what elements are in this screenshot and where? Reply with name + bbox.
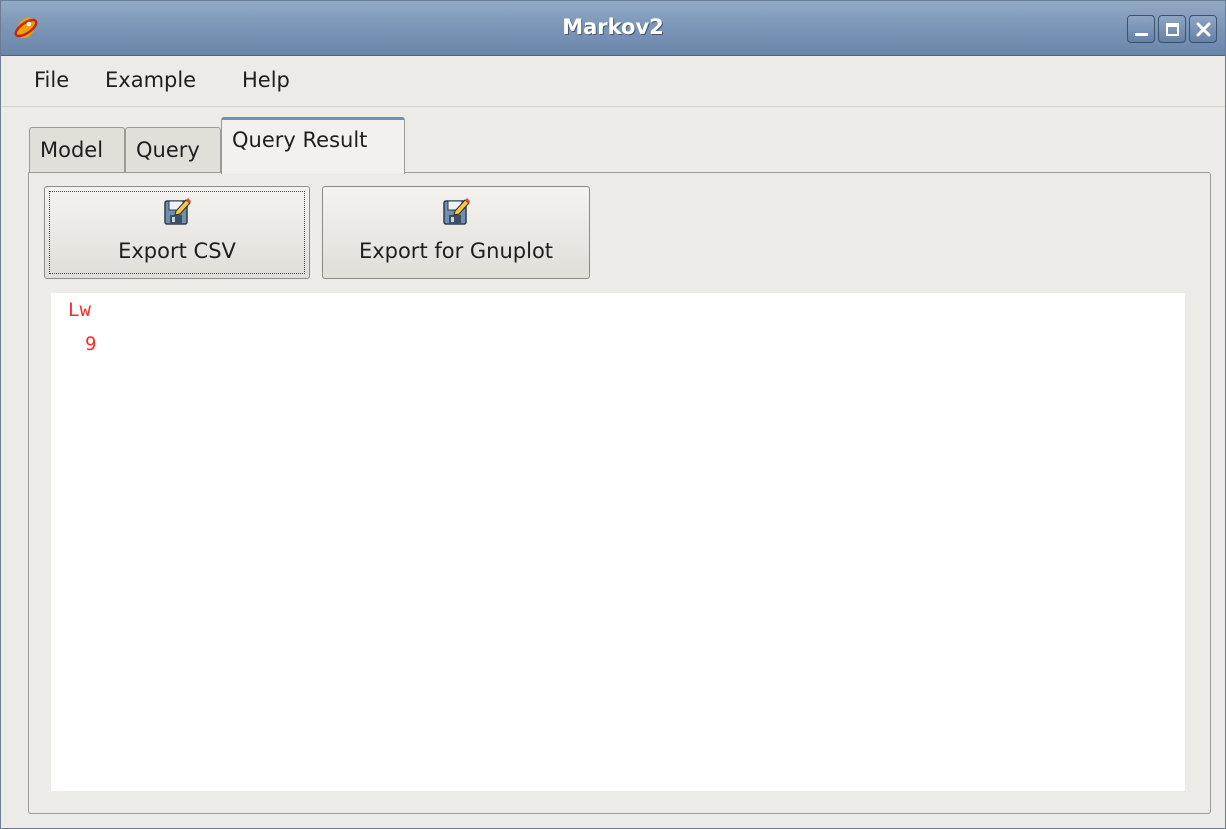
- export-csv-label: Export CSV: [118, 239, 236, 263]
- tab-query[interactable]: Query: [125, 127, 221, 173]
- minimize-icon[interactable]: [1127, 15, 1155, 43]
- result-value: 9: [85, 333, 97, 355]
- tab-query-label: Query: [136, 138, 200, 162]
- close-icon[interactable]: [1189, 15, 1217, 43]
- menu-file-label: File: [34, 68, 70, 92]
- tab-model[interactable]: Model: [29, 127, 125, 173]
- app-window: Markov2 File Example Help Model Query Qu…: [0, 0, 1226, 829]
- export-gnuplot-label: Export for Gnuplot: [358, 239, 554, 263]
- menu-example[interactable]: Example: [105, 68, 196, 92]
- tab-query-result[interactable]: Query Result: [221, 117, 405, 174]
- floppy-edit-icon: [441, 197, 471, 227]
- window-controls: [1127, 15, 1217, 43]
- menu-help-label: Help: [242, 68, 290, 92]
- export-csv-button[interactable]: Export CSV: [44, 186, 310, 279]
- tab-model-label: Model: [40, 138, 104, 162]
- menu-help[interactable]: Help: [242, 68, 290, 92]
- maximize-icon[interactable]: [1158, 15, 1186, 43]
- floppy-edit-icon: [162, 197, 192, 227]
- window-title: Markov2: [562, 15, 664, 39]
- menu-example-label: Example: [105, 68, 197, 92]
- tab-query-result-label: Query Result: [232, 128, 368, 152]
- result-column-header: Lw: [68, 299, 91, 321]
- result-text-view[interactable]: Lw 9: [51, 293, 1185, 791]
- menu-bar: File Example Help: [1, 56, 1225, 107]
- export-gnuplot-button[interactable]: Export for Gnuplot: [322, 186, 590, 279]
- title-bar[interactable]: Markov2: [1, 1, 1225, 56]
- menu-file[interactable]: File: [34, 68, 69, 92]
